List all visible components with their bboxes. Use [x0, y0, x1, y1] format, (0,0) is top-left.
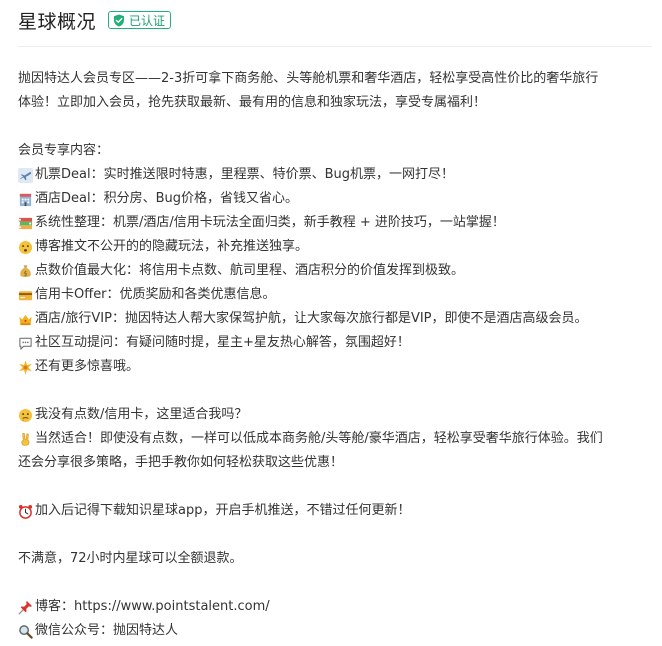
header-divider [18, 46, 652, 47]
feature-item: 还有更多惊喜哦。 [18, 355, 650, 379]
faq-answer-line-2: 还会分享很多策略，手把手教你如何轻松获取这些优惠！ [18, 455, 344, 470]
feature-text: 信用卡Offer：优质奖励和各类优惠信息。 [35, 287, 276, 302]
feature-item: 信用卡Offer：优质奖励和各类优惠信息。 [18, 283, 650, 307]
intro-line-2: 体验！立即加入会员，抢先获取最新、最有用的信息和独家玩法，享受专属福利！ [18, 95, 487, 110]
money-bag-icon: $ [18, 264, 33, 279]
faq-question-text: 我没有点数/信用卡，这里适合我吗？ [35, 407, 248, 422]
page-title: 星球概况 [18, 10, 97, 33]
feature-item: 社区互动提问：有疑问随时提，星主+星友热心解答，氛围超好！ [18, 331, 650, 355]
feature-item: $ 点数价值最大化：将信用卡点数、航司里程、酒店积分的价值发挥到极致。 [18, 259, 650, 283]
magnifier-icon [18, 624, 33, 639]
feature-text: 还有更多惊喜哦。 [35, 359, 140, 374]
faq-answer-text: 当然适合！即使没有点数，一样可以低成本商务舱/头等舱/豪华酒店，轻松享受奢华旅行… [35, 431, 603, 446]
feature-item: 酒店Deal：积分房、Bug价格，省钱又省心。 [18, 187, 650, 211]
wechat-line: 微信公众号：抛因特达人 [18, 619, 650, 643]
page-header: 星球概况 已认证 [18, 7, 172, 33]
faq-answer-line-1: 当然适合！即使没有点数，一样可以低成本商务舱/头等舱/豪华酒店，轻松享受奢华旅行… [18, 427, 650, 451]
sparkle-icon [18, 359, 33, 375]
reminder-text: 加入后记得下载知识星球app，开启手机推送，不错过任何更新！ [35, 503, 411, 518]
reminder: 加入后记得下载知识星球app，开启手机推送，不错过任何更新！ [18, 499, 650, 523]
pushpin-icon [18, 600, 33, 615]
crown-icon [18, 312, 33, 327]
hushed-face-icon [18, 240, 33, 255]
feature-text: 机票Deal：实时推送限时特惠，里程票、特价票、Bug机票，一网打尽！ [35, 167, 454, 182]
verified-badge: 已认证 [108, 11, 172, 29]
shield-check-icon [114, 14, 125, 26]
speech-bubble-icon [18, 336, 33, 351]
feature-text: 酒店Deal：积分房、Bug价格，省钱又省心。 [35, 191, 298, 206]
thinking-face-icon [18, 408, 33, 423]
intro-line-1: 抛因特达人会员专区——2-3折可拿下商务舱、头等舱机票和奢华酒店，轻松享受高性价… [18, 71, 599, 86]
feature-text: 系统性整理：机票/酒店/信用卡玩法全面归类，新手教程 + 进阶技巧，一站掌握！ [35, 215, 505, 230]
feature-item: 机票Deal：实时推送限时特惠，里程票、特价票、Bug机票，一网打尽！ [18, 163, 650, 187]
credit-card-icon [18, 288, 33, 303]
feature-item: 酒店/旅行VIP：抛因特达人帮大家保驾护航，让大家每次旅行都是VIP，即使不是酒… [18, 307, 650, 331]
feature-text: 博客推文不公开的的隐藏玩法，补充推送独享。 [35, 239, 309, 254]
wechat-account-text: 微信公众号：抛因特达人 [35, 623, 179, 638]
features-heading: 会员专享内容： [18, 143, 110, 158]
feature-text: 点数价值最大化：将信用卡点数、航司里程、酒店积分的价值发挥到极致。 [35, 263, 465, 278]
refund-policy: 不满意，72小时内星球可以全额退款。 [18, 551, 243, 566]
blog-link[interactable]: 博客：https://www.pointstalent.com/ [35, 595, 270, 619]
hotel-icon [18, 192, 33, 207]
alarm-clock-icon [18, 504, 33, 519]
feature-item: 博客推文不公开的的隐藏玩法，补充推送独享。 [18, 235, 650, 259]
verified-badge-label: 已认证 [129, 13, 166, 28]
victory-hand-icon [18, 432, 33, 447]
books-icon [18, 216, 33, 231]
svg-text:$: $ [24, 270, 28, 277]
feature-text: 社区互动提问：有疑问随时提，星主+星友热心解答，氛围超好！ [35, 335, 410, 350]
feature-item: 系统性整理：机票/酒店/信用卡玩法全面归类，新手教程 + 进阶技巧，一站掌握！ [18, 211, 650, 235]
description-content: 抛因特达人会员专区——2-3折可拿下商务舱、头等舱机票和奢华酒店，轻松享受高性价… [18, 67, 650, 643]
blog-link-line: 博客：https://www.pointstalent.com/ [18, 595, 650, 619]
airplane-icon [18, 167, 33, 183]
faq-question: 我没有点数/信用卡，这里适合我吗？ [18, 403, 650, 427]
feature-text: 酒店/旅行VIP：抛因特达人帮大家保驾护航，让大家每次旅行都是VIP，即使不是酒… [35, 311, 588, 326]
